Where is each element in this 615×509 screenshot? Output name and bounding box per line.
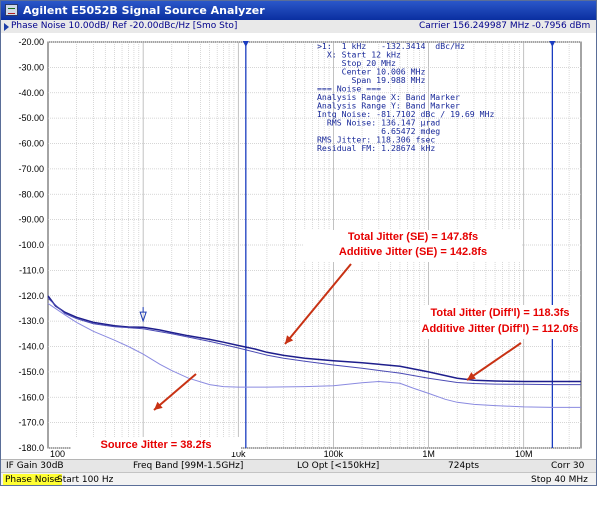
analyzer-window: Agilent E5052B Signal Source Analyzer Ph…: [0, 0, 597, 486]
trace-header[interactable]: Phase Noise 10.00dB/ Ref -20.00dBc/Hz [S…: [1, 20, 596, 33]
y-tick-label: -150.0: [18, 367, 44, 377]
trace-label[interactable]: Phase Noise 10.00dB/ Ref -20.00dBc/Hz [S…: [11, 20, 237, 33]
se-total-jitter-label: Total Jitter (SE) = 147.8fs: [348, 231, 478, 243]
carrier-readout: Carrier 156.249987 MHz -0.7956 dBm: [419, 21, 591, 31]
y-tick-label: -120.0: [18, 291, 44, 301]
y-tick-label: -60.00: [18, 139, 44, 149]
y-tick-label: -30.00: [18, 62, 44, 72]
y-tick-label: -50.00: [18, 113, 44, 123]
y-tick-label: -130.0: [18, 316, 44, 326]
phase-noise-plot[interactable]: -20.00 -30.00 -40.00 -50.00 -60.00 -70.00 -80.…: [1, 33, 597, 463]
y-tick-label: -40.00: [18, 88, 44, 98]
app-icon[interactable]: [5, 4, 18, 16]
y-tick-label: -70.00: [18, 164, 44, 174]
y-tick-label: -170.0: [18, 418, 44, 428]
diff-additive-jitter-label: Additive Jitter (Diff'l) = 112.0fs: [422, 323, 579, 335]
start-frequency[interactable]: Start 100 Hz: [57, 473, 113, 485]
title-bar[interactable]: Agilent E5052B Signal Source Analyzer: [1, 1, 596, 20]
se-additive-jitter-label: Additive Jitter (SE) = 142.8fs: [339, 246, 487, 258]
x-tick-label: 10M: [515, 449, 533, 459]
y-tick-label: -90.00: [18, 215, 44, 225]
x-tick-label: 100k: [324, 449, 344, 459]
diff-total-jitter-label: Total Jitter (Diff'l) = 118.3fs: [430, 307, 569, 319]
x-tick-label: 1M: [422, 449, 435, 459]
active-trace-indicator-icon: [4, 23, 9, 31]
y-tick-label: -20.00: [18, 37, 44, 47]
status-bar: IF Gain 30dB Freq Band [99M-1.5GHz] LO O…: [1, 459, 596, 473]
y-tick-label: -140.0: [18, 342, 44, 352]
y-tick-label: -80.00: [18, 189, 44, 199]
measurement-bar: Phase Noise Start 100 Hz Stop 40 MHz: [1, 472, 596, 485]
measurement-badge[interactable]: Phase Noise: [3, 474, 62, 485]
x-tick-label: 100: [50, 449, 65, 459]
source-jitter-label: Source Jitter = 38.2fs: [101, 439, 212, 451]
y-tick-label: -180.0: [18, 443, 44, 453]
marker-readout-line: Residual FM: 1.28674 kHz: [317, 143, 435, 153]
y-tick-label: -100.0: [18, 240, 44, 250]
window-title: Agilent E5052B Signal Source Analyzer: [23, 4, 265, 17]
y-tick-label: -110.0: [19, 265, 44, 275]
y-tick-label: -160.0: [18, 392, 44, 402]
stop-frequency[interactable]: Stop 40 MHz: [531, 473, 588, 485]
